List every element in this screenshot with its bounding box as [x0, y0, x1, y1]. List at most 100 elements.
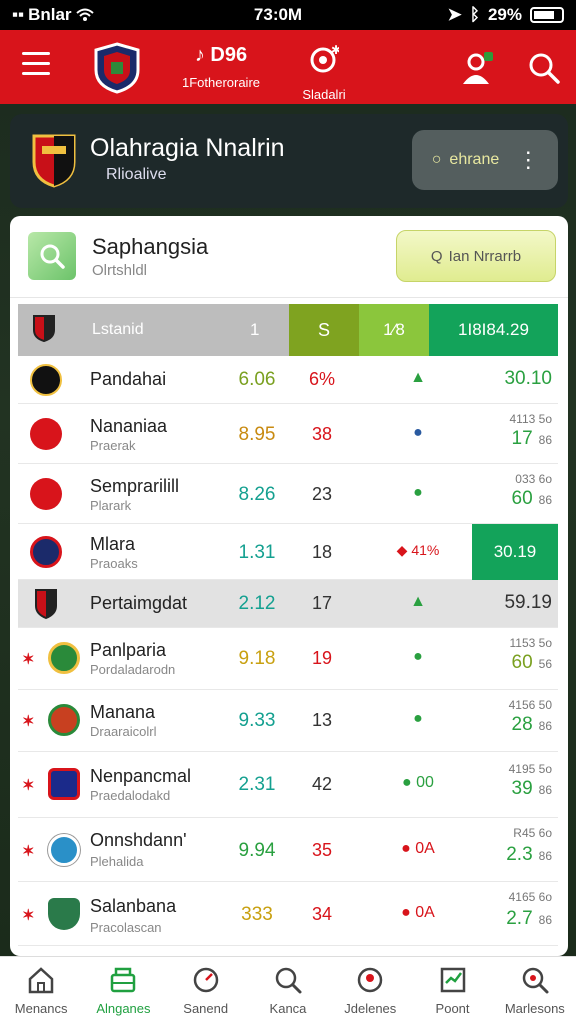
nav-home[interactable]: Menancs	[0, 957, 82, 1024]
table-row[interactable]: Pandahai 6.06 6% ▲ 30.10	[18, 356, 558, 404]
table-row[interactable]: ✶ Nenpancmal Praedalodakd 2.31 42 ● 00 4…	[18, 752, 558, 818]
stat-value: 9.18	[238, 648, 276, 669]
hero-banner: Olahragia Nnalrin Rlioalive ○ ehrane ⋮	[10, 114, 568, 208]
trend-up-icon: ▲	[410, 593, 426, 610]
marker-icon: ✶	[22, 907, 35, 924]
chart-icon	[440, 967, 465, 993]
search-icon: Q	[430, 247, 443, 265]
points-value: 2.3 86	[506, 844, 552, 865]
team-logo	[30, 364, 62, 396]
bluetooth-icon: ᛒ	[469, 5, 480, 24]
filter-button[interactable]: Q Ian Nrrarrb	[396, 230, 556, 282]
nav-search[interactable]: Kanca	[247, 957, 329, 1024]
stadium-icon	[111, 967, 136, 993]
carrier-label: Bnlar	[28, 5, 72, 24]
stat-value: 8.26	[238, 484, 276, 505]
stat-value: 18	[311, 542, 333, 562]
stat-value: 2.12	[238, 593, 276, 614]
team-subtitle: Plehalida	[90, 854, 144, 869]
stats-tab[interactable]: ♪ D96 1Fotheroraire	[176, 44, 266, 90]
card-title: Saphangsia	[92, 234, 209, 259]
stat-value: 6%	[308, 369, 335, 389]
ball-icon: ● 0A	[401, 904, 435, 921]
points-value: 39 86	[511, 778, 553, 799]
stat-value: 19	[311, 648, 333, 668]
club-logo[interactable]	[92, 42, 142, 94]
team-name: Onnshdann'	[90, 830, 187, 850]
hero-title: Olahragia Nnalrin	[90, 134, 285, 162]
clock: 73:0M	[253, 5, 303, 24]
user-icon[interactable]	[458, 48, 498, 88]
menu-icon[interactable]	[22, 52, 50, 76]
table-row[interactable]: ✶ Manana Draaraicolrl 9.33 13 ● 4156 50 …	[18, 690, 558, 752]
points-value: 17 86	[511, 428, 553, 449]
team-name: Pandahai	[90, 369, 167, 389]
team-crest	[32, 134, 76, 188]
stat-detail: 4195 5o	[508, 762, 552, 776]
stat-detail: 4113 5o	[509, 412, 553, 426]
header-col4[interactable]: 1I8I84.29	[429, 304, 558, 356]
status-bar: ▪▪ Bnlar 73:0M ➤ ᛒ 29%	[0, 0, 576, 30]
stadium-tab[interactable]: ✱ Sladalri	[292, 43, 356, 102]
stat-value: 35	[311, 840, 333, 860]
stat-detail: R45 6o	[513, 826, 552, 840]
stat-value: 1.31	[238, 542, 276, 563]
stat-value: 9.94	[238, 840, 276, 861]
points-value: 30.19	[472, 524, 558, 580]
stat-value: 17	[311, 593, 333, 613]
signal-icon: ▪▪	[12, 5, 25, 24]
stats-icon: ♪	[194, 44, 211, 66]
table-row[interactable]: Pertaimgdat 2.12 17 ▲ 59.19	[18, 580, 558, 628]
clock-icon	[193, 967, 218, 993]
hero-button[interactable]: ○ ehrane ⋮	[412, 130, 558, 190]
stat-value: 23	[311, 484, 333, 504]
team-name: Manana	[90, 702, 156, 722]
card-subtitle: Olrtshldl	[92, 262, 148, 279]
ball-icon: ● 0A	[401, 840, 435, 857]
svg-text:✱: ✱	[331, 44, 339, 57]
standings-card: Saphangsia Olrtshldl Q Ian Nrrarrb Lstan…	[10, 216, 568, 956]
table-row[interactable]: ✶ Onnshdann' Plehalida 9.94 35 ● 0A R45 …	[18, 818, 558, 882]
team-subtitle: Pracolascan	[90, 920, 162, 935]
team-logo	[48, 704, 80, 736]
team-logo	[35, 589, 57, 620]
nav-standings[interactable]: Alnganes	[82, 957, 164, 1024]
marker-icon: ✶	[22, 843, 35, 860]
header-col2[interactable]: S	[289, 304, 359, 356]
team-subtitle: Plarark	[90, 498, 132, 513]
table-row[interactable]: Mlara Praoaks 1.31 18 ◆ 41% 30.19	[18, 524, 558, 580]
stat-value: 13	[311, 710, 333, 730]
team-logo	[30, 536, 62, 568]
nav-schedule[interactable]: Sanend	[165, 957, 247, 1024]
search-icon	[275, 967, 302, 994]
points-value: 30.10	[504, 368, 552, 389]
team-subtitle: Praoaks	[90, 556, 138, 571]
header-col3[interactable]: 1⁄8	[359, 304, 429, 356]
stat-value: 42	[311, 774, 333, 794]
team-name: Panlparia	[90, 640, 167, 660]
hero-subtitle: Rlioalive	[106, 166, 167, 183]
team-name: Nananiaa	[90, 416, 168, 436]
team-name: Salanbana	[90, 896, 177, 916]
trend-down-icon: ◆ 41%	[396, 542, 440, 558]
team-logo	[30, 418, 62, 450]
points-value: 60 56	[511, 652, 553, 673]
table-row[interactable]: ✶ Salanbana Pracolascan 333 34 ● 0A 4165…	[18, 882, 558, 946]
nav-points[interactable]: Poont	[411, 957, 493, 1024]
table-row[interactable]: Semprarilill Plarark 8.26 23 ● 033 6o 60…	[18, 464, 558, 524]
search-icon[interactable]	[524, 48, 564, 88]
stat-value: 38	[311, 424, 333, 444]
nav-videos[interactable]: Jdelenes	[329, 957, 411, 1024]
team-subtitle: Praedalodakd	[90, 788, 171, 803]
table-row[interactable]: ✶ Panlparia Pordaladarodn 9.18 19 ● 1153…	[18, 628, 558, 690]
search-icon[interactable]	[28, 232, 76, 280]
stat-value: 6.06	[238, 369, 276, 390]
nav-more[interactable]: Marlesons	[494, 957, 576, 1024]
team-name: Mlara	[90, 534, 136, 554]
location-icon: ➤	[447, 5, 462, 24]
stat-value: 9.33	[238, 710, 276, 731]
bottom-nav: Menancs Alnganes Sanend Kanca Jdelenes P…	[0, 956, 576, 1024]
more-icon[interactable]: ⋮	[517, 147, 539, 173]
marker-icon: ✶	[22, 713, 35, 730]
table-row[interactable]: Nananiaa Praerak 8.95 38 ● 4113 5o 17 86	[18, 404, 558, 464]
